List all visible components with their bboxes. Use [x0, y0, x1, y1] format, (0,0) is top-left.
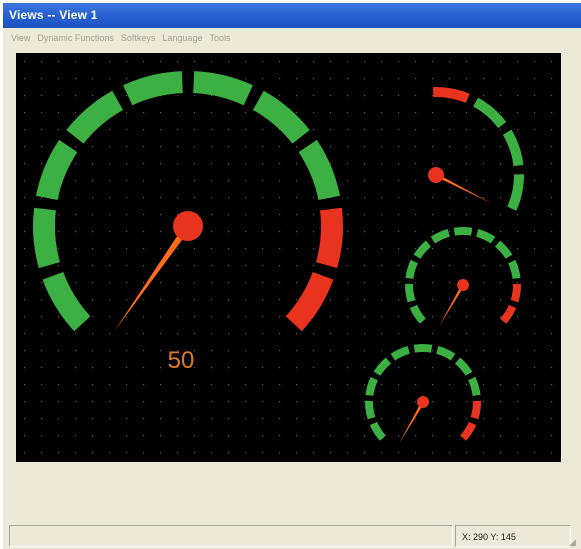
title-bar[interactable]: Views -- View 1	[3, 3, 581, 28]
menu-dynamic-functions[interactable]: Dynamic Functions	[37, 33, 114, 43]
menu-tools[interactable]: Tools	[209, 33, 230, 43]
gauge-canvas: 50	[16, 53, 561, 462]
gauge-hub	[417, 396, 429, 408]
gauge-green-segment	[413, 344, 433, 353]
status-coordinates: X: 290 Y: 145	[455, 525, 571, 547]
gauge-green-segment	[453, 227, 473, 236]
gauge-hub	[428, 167, 444, 183]
gauge-view-canvas[interactable]: 50	[16, 53, 561, 462]
main-gauge-readout: 50	[168, 347, 195, 374]
menu-language[interactable]: Language	[162, 33, 202, 43]
menu-view[interactable]: View	[11, 33, 30, 43]
status-pane-message	[9, 525, 453, 547]
window-title: Views -- View 1	[9, 8, 98, 22]
resize-grip-icon[interactable]: ◢	[569, 537, 579, 547]
app-window: Views -- View 1 View Dynamic Functions S…	[3, 3, 581, 549]
menu-bar: View Dynamic Functions Softkeys Language…	[3, 28, 581, 48]
menu-softkeys[interactable]: Softkeys	[121, 33, 156, 43]
gauge-hub	[173, 211, 203, 241]
status-bar: X: 290 Y: 145 ◢	[3, 523, 581, 549]
gauge-hub	[457, 279, 469, 291]
